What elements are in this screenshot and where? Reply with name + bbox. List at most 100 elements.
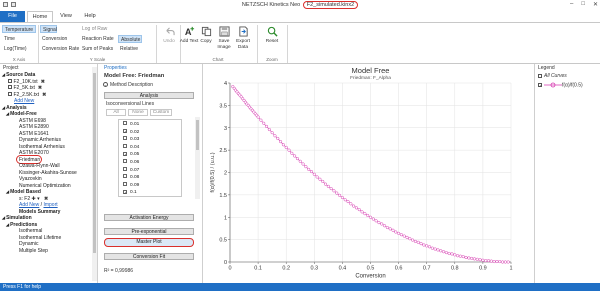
conversion-item[interactable]: 0.09 — [123, 182, 139, 189]
save-image-icon — [218, 26, 230, 37]
down-arrow-icon[interactable]: ▾ — [37, 196, 40, 202]
data-point — [298, 159, 302, 163]
tab-help[interactable]: Help — [80, 11, 100, 22]
data-point — [419, 242, 423, 246]
activation-energy-button[interactable]: Activation Energy — [104, 214, 194, 221]
y-signal[interactable]: Signal — [40, 25, 57, 33]
y-relative[interactable]: Relative — [118, 45, 140, 53]
conversion-fit-button[interactable]: Conversion Fit — [104, 253, 194, 260]
y-sum-of-peaks[interactable]: Sum of Peaks — [80, 45, 115, 53]
data-point — [383, 224, 387, 228]
data-point — [352, 204, 356, 208]
y-reaction-rate[interactable]: Reaction Rate — [80, 35, 116, 43]
data-point — [318, 177, 322, 181]
close-button[interactable]: ✕ — [593, 1, 598, 8]
pre-exponential-button[interactable]: Pre-exponential — [104, 228, 194, 235]
export-data-button[interactable]: Export Data — [232, 26, 254, 50]
conversion-item[interactable]: ✓ 0.05 — [123, 151, 139, 158]
checkbox[interactable] — [8, 78, 12, 83]
y-conversion[interactable]: Conversion — [40, 35, 69, 43]
project-header: Project — [3, 65, 19, 71]
conversion-item[interactable]: 0.04 — [123, 144, 139, 151]
y-tick-label: 4 — [224, 81, 227, 87]
select-none-button[interactable]: None — [128, 109, 148, 116]
checkbox[interactable] — [8, 85, 12, 90]
save-image-label: Save Image — [217, 39, 231, 50]
master-plot-button[interactable]: Master Plot — [104, 238, 194, 247]
remove-icon[interactable]: ✖ — [38, 85, 42, 91]
add-icon[interactable]: ✚ — [32, 196, 36, 202]
conversion-item[interactable]: ✓ 0.02 — [123, 128, 139, 136]
conversion-item[interactable]: 0.01 — [123, 121, 139, 128]
legend-entry[interactable]: ✓ f(α)/f(0.5) — [538, 82, 583, 88]
data-point — [326, 184, 330, 188]
checkbox[interactable] — [123, 144, 127, 149]
all-curves-toggle[interactable]: All Curves — [538, 73, 567, 79]
tab-file[interactable]: File — [0, 11, 25, 22]
data-point — [323, 182, 328, 186]
checkbox[interactable] — [123, 136, 127, 141]
y-conversion-rate[interactable]: Conversion Rate — [40, 45, 81, 53]
x-axis-group-label: X Axis — [12, 57, 26, 62]
y-log-of-raw[interactable]: Log of Raw — [80, 25, 109, 33]
conversion-item[interactable]: 0.08 — [123, 174, 139, 181]
import-link[interactable]: Import — [43, 202, 57, 208]
x-axis-time[interactable]: Time — [2, 35, 17, 43]
checkbox[interactable]: ✓ — [123, 189, 127, 195]
y-tick-label: 2 — [224, 171, 227, 177]
data-point — [475, 257, 479, 261]
checkbox[interactable]: ✓ — [123, 151, 127, 157]
conversion-item[interactable]: ✓ 0.1 — [123, 189, 137, 196]
conversion-item[interactable]: 0.06 — [123, 159, 139, 166]
checkbox[interactable] — [123, 182, 127, 187]
checkbox[interactable] — [123, 121, 127, 126]
custom-button[interactable]: Custom — [150, 109, 172, 116]
x-tick-label: 0.1 — [254, 266, 262, 272]
checkbox[interactable] — [8, 91, 12, 96]
checkbox[interactable] — [123, 159, 127, 164]
minimize-button[interactable]: – — [570, 1, 573, 8]
x-axis-log-time[interactable]: Log(Time) — [2, 45, 29, 53]
prediction-item[interactable]: Multiple Step — [19, 248, 48, 255]
reset-label: Reset — [265, 39, 279, 44]
checkbox[interactable] — [123, 174, 127, 179]
x-axis-temperature[interactable]: Temperature — [2, 25, 36, 33]
undo-button[interactable]: Undo — [158, 26, 180, 45]
reset-button[interactable]: Reset — [261, 26, 283, 45]
x-tick-label: 0.2 — [282, 266, 290, 272]
x-tick-label: 0.6 — [395, 266, 403, 272]
remove-icon[interactable]: ✖ — [41, 79, 45, 85]
checkbox[interactable]: ✓ — [538, 83, 542, 88]
conversion-item[interactable]: 0.07 — [123, 166, 139, 174]
data-point — [349, 202, 353, 206]
conversion-scrollbar[interactable] — [195, 117, 200, 199]
data-point — [506, 260, 510, 264]
scrollbar-thumb[interactable] — [93, 73, 96, 253]
checkbox[interactable] — [538, 73, 542, 78]
add-new-model-link[interactable]: Add New — [19, 202, 39, 208]
project-scrollbar[interactable] — [92, 67, 97, 281]
data-point — [380, 222, 384, 226]
remove-icon[interactable]: ✖ — [42, 92, 46, 98]
select-all-button[interactable]: All — [106, 109, 126, 116]
method-description-toggle[interactable]: ⌄ Method Description — [103, 82, 153, 88]
maximize-button[interactable]: □ — [581, 1, 585, 8]
y-tick-label: 3 — [224, 126, 227, 132]
tab-view[interactable]: View — [56, 11, 76, 22]
checkbox[interactable] — [123, 166, 127, 171]
y-absolute-disabled[interactable] — [118, 25, 122, 33]
r-squared-value: R² = 0,99986 — [104, 268, 134, 274]
y-tick-label: 3.5 — [219, 103, 227, 109]
y-absolute[interactable]: Absolute — [118, 35, 142, 43]
tab-home[interactable]: Home — [27, 11, 53, 22]
analysis-button[interactable]: Analysis — [104, 92, 194, 99]
x-tick-label: 0.3 — [310, 266, 318, 272]
legend-header: Legend — [538, 65, 555, 71]
conversion-item[interactable]: 0.03 — [123, 136, 139, 143]
data-point — [270, 131, 274, 135]
remove-icon[interactable]: ✖ — [44, 196, 48, 202]
data-point — [436, 248, 440, 252]
scrollbar-thumb[interactable] — [196, 120, 199, 150]
checkbox[interactable]: ✓ — [123, 128, 127, 134]
data-point — [295, 157, 299, 161]
